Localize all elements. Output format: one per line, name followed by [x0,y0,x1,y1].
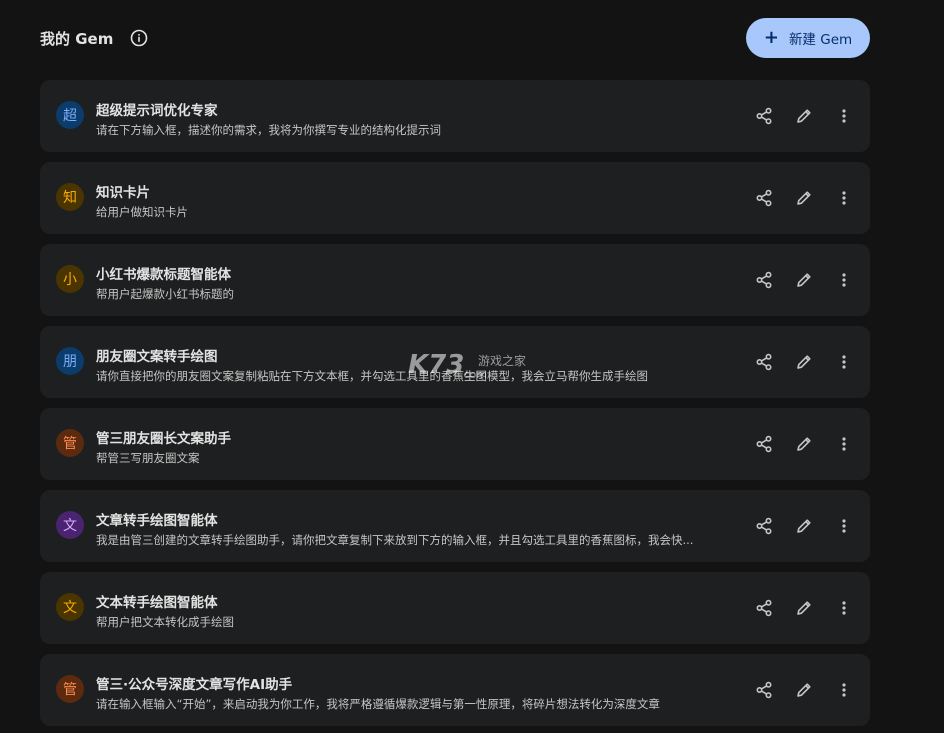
gem-name: 文本转手绘图智能体 [96,595,218,611]
share-button[interactable] [750,430,778,458]
gem-card[interactable]: 朋朋友圈文案转手绘图请你直接把你的朋友圈文案复制粘贴在下方文本框，并勾选工具里的… [40,326,870,398]
more-options-button[interactable] [830,102,858,130]
gem-name: 超级提示词优化专家 [96,103,218,119]
gem-avatar: 朋 [56,347,84,375]
edit-pencil-icon [795,435,813,453]
edit-pencil-icon [795,189,813,207]
share-button[interactable] [750,594,778,622]
gem-actions [738,512,858,540]
gem-card[interactable]: 管管三朋友圈长文案助手 帮管三写朋友圈文案 [40,408,870,480]
share-icon [755,353,773,371]
share-button[interactable] [750,102,778,130]
more-vert-icon [835,353,853,371]
gem-card[interactable]: 小小红书爆款标题智能体 帮用户起爆款小红书标题的 [40,244,870,316]
edit-pencil-icon [795,517,813,535]
plus-icon: + [763,27,779,48]
more-options-button[interactable] [830,594,858,622]
gem-description: 给用户做知识卡片 [96,205,188,219]
gem-description: 请你直接把你的朋友圈文案复制粘贴在下方文本框，并勾选工具里的香蕉生图模型，我会立… [96,369,648,383]
gem-actions [738,266,858,294]
share-button[interactable] [750,266,778,294]
share-icon [755,681,773,699]
gem-card[interactable]: 文文本转手绘图智能体帮用户把文本转化成手绘图 [40,572,870,644]
gem-name: 管三·公众号深度文章写作AI助手 [96,677,293,693]
gem-name: 知识卡片 [96,185,150,201]
gem-avatar: 文 [56,593,84,621]
share-icon [755,435,773,453]
gem-name: 朋友圈文案转手绘图 [96,349,218,365]
edit-button[interactable] [790,512,818,540]
gem-card[interactable]: 知知识卡片给用户做知识卡片 [40,162,870,234]
gem-avatar: 文 [56,511,84,539]
edit-button[interactable] [790,266,818,294]
gem-card[interactable]: 超超级提示词优化专家请在下方输入框，描述你的需求，我将为你撰写专业的结构化提示词 [40,80,870,152]
gem-avatar: 小 [56,265,84,293]
gem-description: 帮管三写朋友圈文案 [96,451,200,465]
share-button[interactable] [750,676,778,704]
new-gem-button[interactable]: + 新建 Gem [746,18,870,58]
new-gem-button-label: 新建 Gem [788,32,853,48]
gem-description: 帮用户把文本转化成手绘图 [96,615,234,629]
more-options-button[interactable] [830,184,858,212]
gem-actions [738,184,858,212]
gem-card[interactable]: 文文章转手绘图智能体我是由管三创建的文章转手绘图助手，请你把文章复制下来放到下方… [40,490,870,562]
edit-pencil-icon [795,681,813,699]
gem-actions [738,594,858,622]
gem-actions [738,430,858,458]
more-vert-icon [835,189,853,207]
gem-description: 请在下方输入框，描述你的需求，我将为你撰写专业的结构化提示词 [96,123,441,137]
more-vert-icon [835,271,853,289]
edit-button[interactable] [790,102,818,130]
more-options-button[interactable] [830,266,858,294]
gem-avatar: 管 [56,675,84,703]
share-button[interactable] [750,348,778,376]
edit-button[interactable] [790,348,818,376]
page-header: 我的 Gem + 新建 Gem [40,18,870,58]
more-vert-icon [835,435,853,453]
edit-button[interactable] [790,184,818,212]
page-title: 我的 Gem [40,30,114,48]
more-options-button[interactable] [830,512,858,540]
gem-name: 文章转手绘图智能体 [96,513,218,529]
share-icon [755,189,773,207]
gem-description: 请在输入框输入“开始”，来启动我为你工作，我将严格遵循爆款逻辑与第一性原理，将碎… [96,697,660,711]
share-button[interactable] [750,184,778,212]
share-icon [755,599,773,617]
share-icon [755,107,773,125]
share-icon [755,271,773,289]
gem-card[interactable]: 管管三·公众号深度文章写作AI助手请在输入框输入“开始”，来启动我为你工作，我将… [40,654,870,726]
more-vert-icon [835,517,853,535]
more-vert-icon [835,599,853,617]
gem-avatar: 管 [56,429,84,457]
gem-manager-page: 我的 Gem + 新建 Gem 超超级提示词优化专家请在下方输入框，描述你的需求… [0,0,944,733]
more-options-button[interactable] [830,676,858,704]
gem-name: 小红书爆款标题智能体 [96,267,231,283]
edit-pencil-icon [795,271,813,289]
edit-button[interactable] [790,676,818,704]
more-options-button[interactable] [830,430,858,458]
edit-button[interactable] [790,430,818,458]
edit-pencil-icon [795,353,813,371]
more-options-button[interactable] [830,348,858,376]
gem-name: 管三朋友圈长文案助手 [96,431,231,447]
gem-list: 超超级提示词优化专家请在下方输入框，描述你的需求，我将为你撰写专业的结构化提示词… [40,80,870,733]
gem-avatar: 超 [56,101,84,129]
gem-description: 我是由管三创建的文章转手绘图助手，请你把文章复制下来放到下方的输入框，并且勾选工… [96,533,694,547]
edit-pencil-icon [795,107,813,125]
edit-pencil-icon [795,599,813,617]
gem-description: 帮用户起爆款小红书标题的 [96,287,234,301]
share-button[interactable] [750,512,778,540]
gem-avatar: 知 [56,183,84,211]
gem-actions [738,102,858,130]
info-circle-icon[interactable] [130,29,148,47]
gem-actions [738,676,858,704]
share-icon [755,517,773,535]
more-vert-icon [835,107,853,125]
edit-button[interactable] [790,594,818,622]
more-vert-icon [835,681,853,699]
gem-actions [738,348,858,376]
